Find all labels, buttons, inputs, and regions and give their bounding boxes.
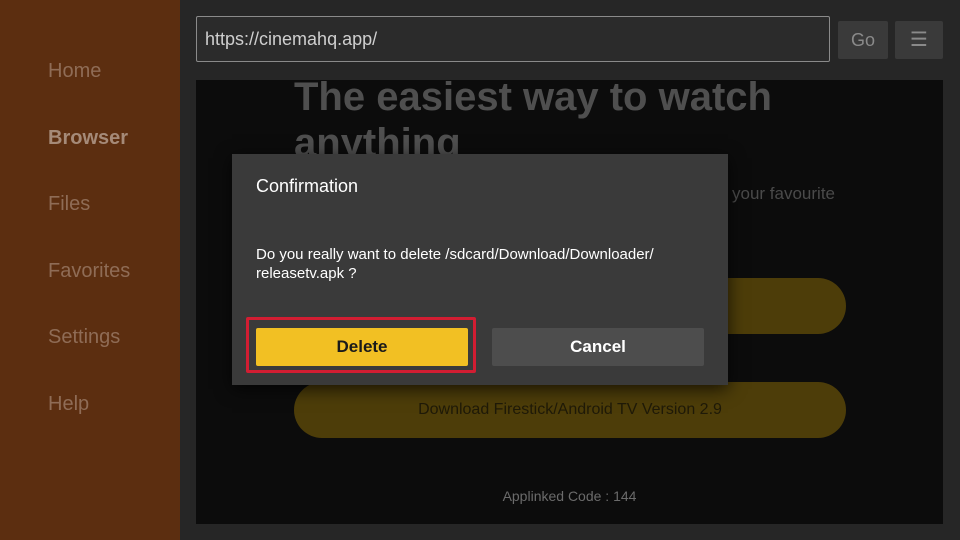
cancel-button[interactable]: Cancel — [492, 328, 704, 366]
download-button[interactable]: Download Firestick/Android TV Version 2.… — [294, 382, 846, 438]
delete-button[interactable]: Delete — [256, 328, 468, 366]
url-input[interactable]: https://cinemahq.app/ — [196, 16, 830, 62]
sidebar-item-files[interactable]: Files — [48, 193, 90, 216]
confirmation-dialog: Confirmation Do you really want to delet… — [232, 154, 728, 385]
sidebar: Home Browser Files Favorites Settings He… — [0, 0, 180, 540]
sidebar-item-home[interactable]: Home — [48, 60, 101, 83]
dialog-message: Do you really want to delete /sdcard/Dow… — [256, 246, 654, 282]
sidebar-item-browser[interactable]: Browser — [48, 127, 128, 150]
sidebar-item-help[interactable]: Help — [48, 393, 89, 416]
sidebar-item-favorites[interactable]: Favorites — [48, 260, 130, 283]
hero-subtitle: your favourite — [732, 184, 835, 203]
menu-button[interactable]: ☰ — [895, 21, 943, 59]
applinked-code: Applinked Code : 144 — [502, 488, 637, 504]
go-button[interactable]: Go — [838, 21, 888, 59]
sidebar-item-settings[interactable]: Settings — [48, 326, 120, 349]
dialog-title: Confirmation — [256, 176, 359, 196]
hamburger-icon: ☰ — [910, 29, 928, 51]
